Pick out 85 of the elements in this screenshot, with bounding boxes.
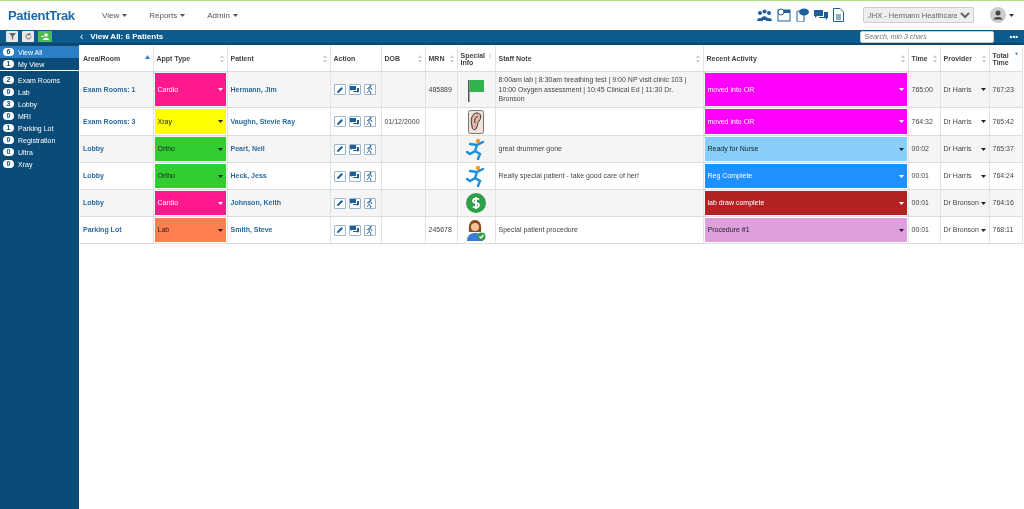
message-button[interactable] xyxy=(348,116,361,127)
add-person-button[interactable] xyxy=(38,31,52,42)
message-button[interactable] xyxy=(348,197,361,209)
discharge-button[interactable] xyxy=(363,84,376,95)
edit-button[interactable] xyxy=(333,197,346,209)
edit-button[interactable] xyxy=(333,84,346,95)
discharge-button[interactable] xyxy=(363,170,376,182)
discharge-button[interactable] xyxy=(363,224,376,236)
caret-icon xyxy=(217,174,223,178)
sort-descending-icon[interactable] xyxy=(1015,51,1019,56)
caret-icon xyxy=(217,88,223,91)
chat-icon xyxy=(350,117,359,126)
message-button[interactable] xyxy=(348,84,361,95)
sort-ascending-icon[interactable] xyxy=(144,55,150,59)
document-icon[interactable] xyxy=(833,8,844,22)
refresh-icon xyxy=(24,33,32,40)
chat-icon xyxy=(350,226,359,234)
message-button[interactable] xyxy=(348,170,361,182)
running-person-icon xyxy=(366,117,373,126)
caret-icon xyxy=(217,120,223,123)
running-person-icon xyxy=(366,85,373,94)
view-title: View All: 6 Patients xyxy=(90,32,164,41)
running-person-icon xyxy=(366,171,373,181)
message-button[interactable] xyxy=(348,143,361,155)
pencil-icon xyxy=(335,145,344,153)
caret-icon xyxy=(217,201,223,205)
caret-icon xyxy=(1009,13,1014,17)
running-person-icon xyxy=(366,198,373,208)
caret-icon xyxy=(898,88,904,91)
filter-button[interactable] xyxy=(6,31,18,42)
running-person-icon xyxy=(366,144,373,154)
caret-icon xyxy=(122,13,128,17)
caret-icon xyxy=(980,228,986,232)
caret-icon xyxy=(980,201,986,205)
pencil-icon xyxy=(335,199,344,207)
caret-icon xyxy=(980,88,986,91)
caret-icon xyxy=(898,228,904,232)
caret-icon xyxy=(980,120,986,123)
ear-icon xyxy=(468,109,484,134)
chat-icon xyxy=(350,145,359,153)
edit-button[interactable] xyxy=(333,170,346,182)
refresh-button[interactable] xyxy=(22,31,34,42)
pencil-icon xyxy=(335,172,344,180)
caret-icon xyxy=(232,13,238,17)
menu-item[interactable]: Reports xyxy=(149,10,186,20)
collapse-button[interactable]: ‹ xyxy=(80,31,84,42)
edit-button[interactable] xyxy=(333,116,346,127)
add-person-icon xyxy=(40,33,50,40)
avatar-icon[interactable] xyxy=(990,7,1006,23)
menu-item[interactable]: View xyxy=(102,10,128,20)
dollar-icon xyxy=(466,193,486,213)
falling-person-icon xyxy=(466,165,486,187)
discharge-button[interactable] xyxy=(363,116,376,127)
caret-icon xyxy=(898,147,904,151)
logo[interactable]: PatientTrak xyxy=(8,7,92,23)
discharge-button[interactable] xyxy=(363,143,376,155)
caret-icon xyxy=(898,201,904,205)
filter-icon xyxy=(8,33,16,40)
chat-icon[interactable] xyxy=(814,9,828,21)
caret-icon xyxy=(980,147,986,151)
message-button[interactable] xyxy=(348,224,361,236)
caret-icon xyxy=(217,228,223,232)
caret-icon xyxy=(217,147,223,151)
menu-item[interactable]: Admin xyxy=(207,10,238,20)
phone-chat-icon[interactable] xyxy=(796,8,809,22)
pencil-icon xyxy=(335,85,344,94)
edit-button[interactable] xyxy=(333,224,346,236)
people-icon[interactable] xyxy=(757,8,772,22)
calendar-icon[interactable] xyxy=(777,8,791,22)
flag-icon xyxy=(467,77,485,102)
falling-person-icon xyxy=(466,138,486,160)
chat-icon xyxy=(350,199,359,207)
discharge-button[interactable] xyxy=(363,197,376,209)
running-person-icon xyxy=(366,225,373,235)
pencil-icon xyxy=(335,117,344,126)
pencil-icon xyxy=(335,226,344,234)
person-check-icon xyxy=(466,219,486,241)
caret-icon xyxy=(180,13,186,17)
edit-button[interactable] xyxy=(333,143,346,155)
chat-icon xyxy=(350,172,359,180)
caret-icon xyxy=(898,120,904,123)
caret-icon xyxy=(898,174,904,178)
more-button[interactable]: ••• xyxy=(1007,32,1020,41)
caret-icon xyxy=(980,174,986,178)
chat-icon xyxy=(350,85,359,94)
